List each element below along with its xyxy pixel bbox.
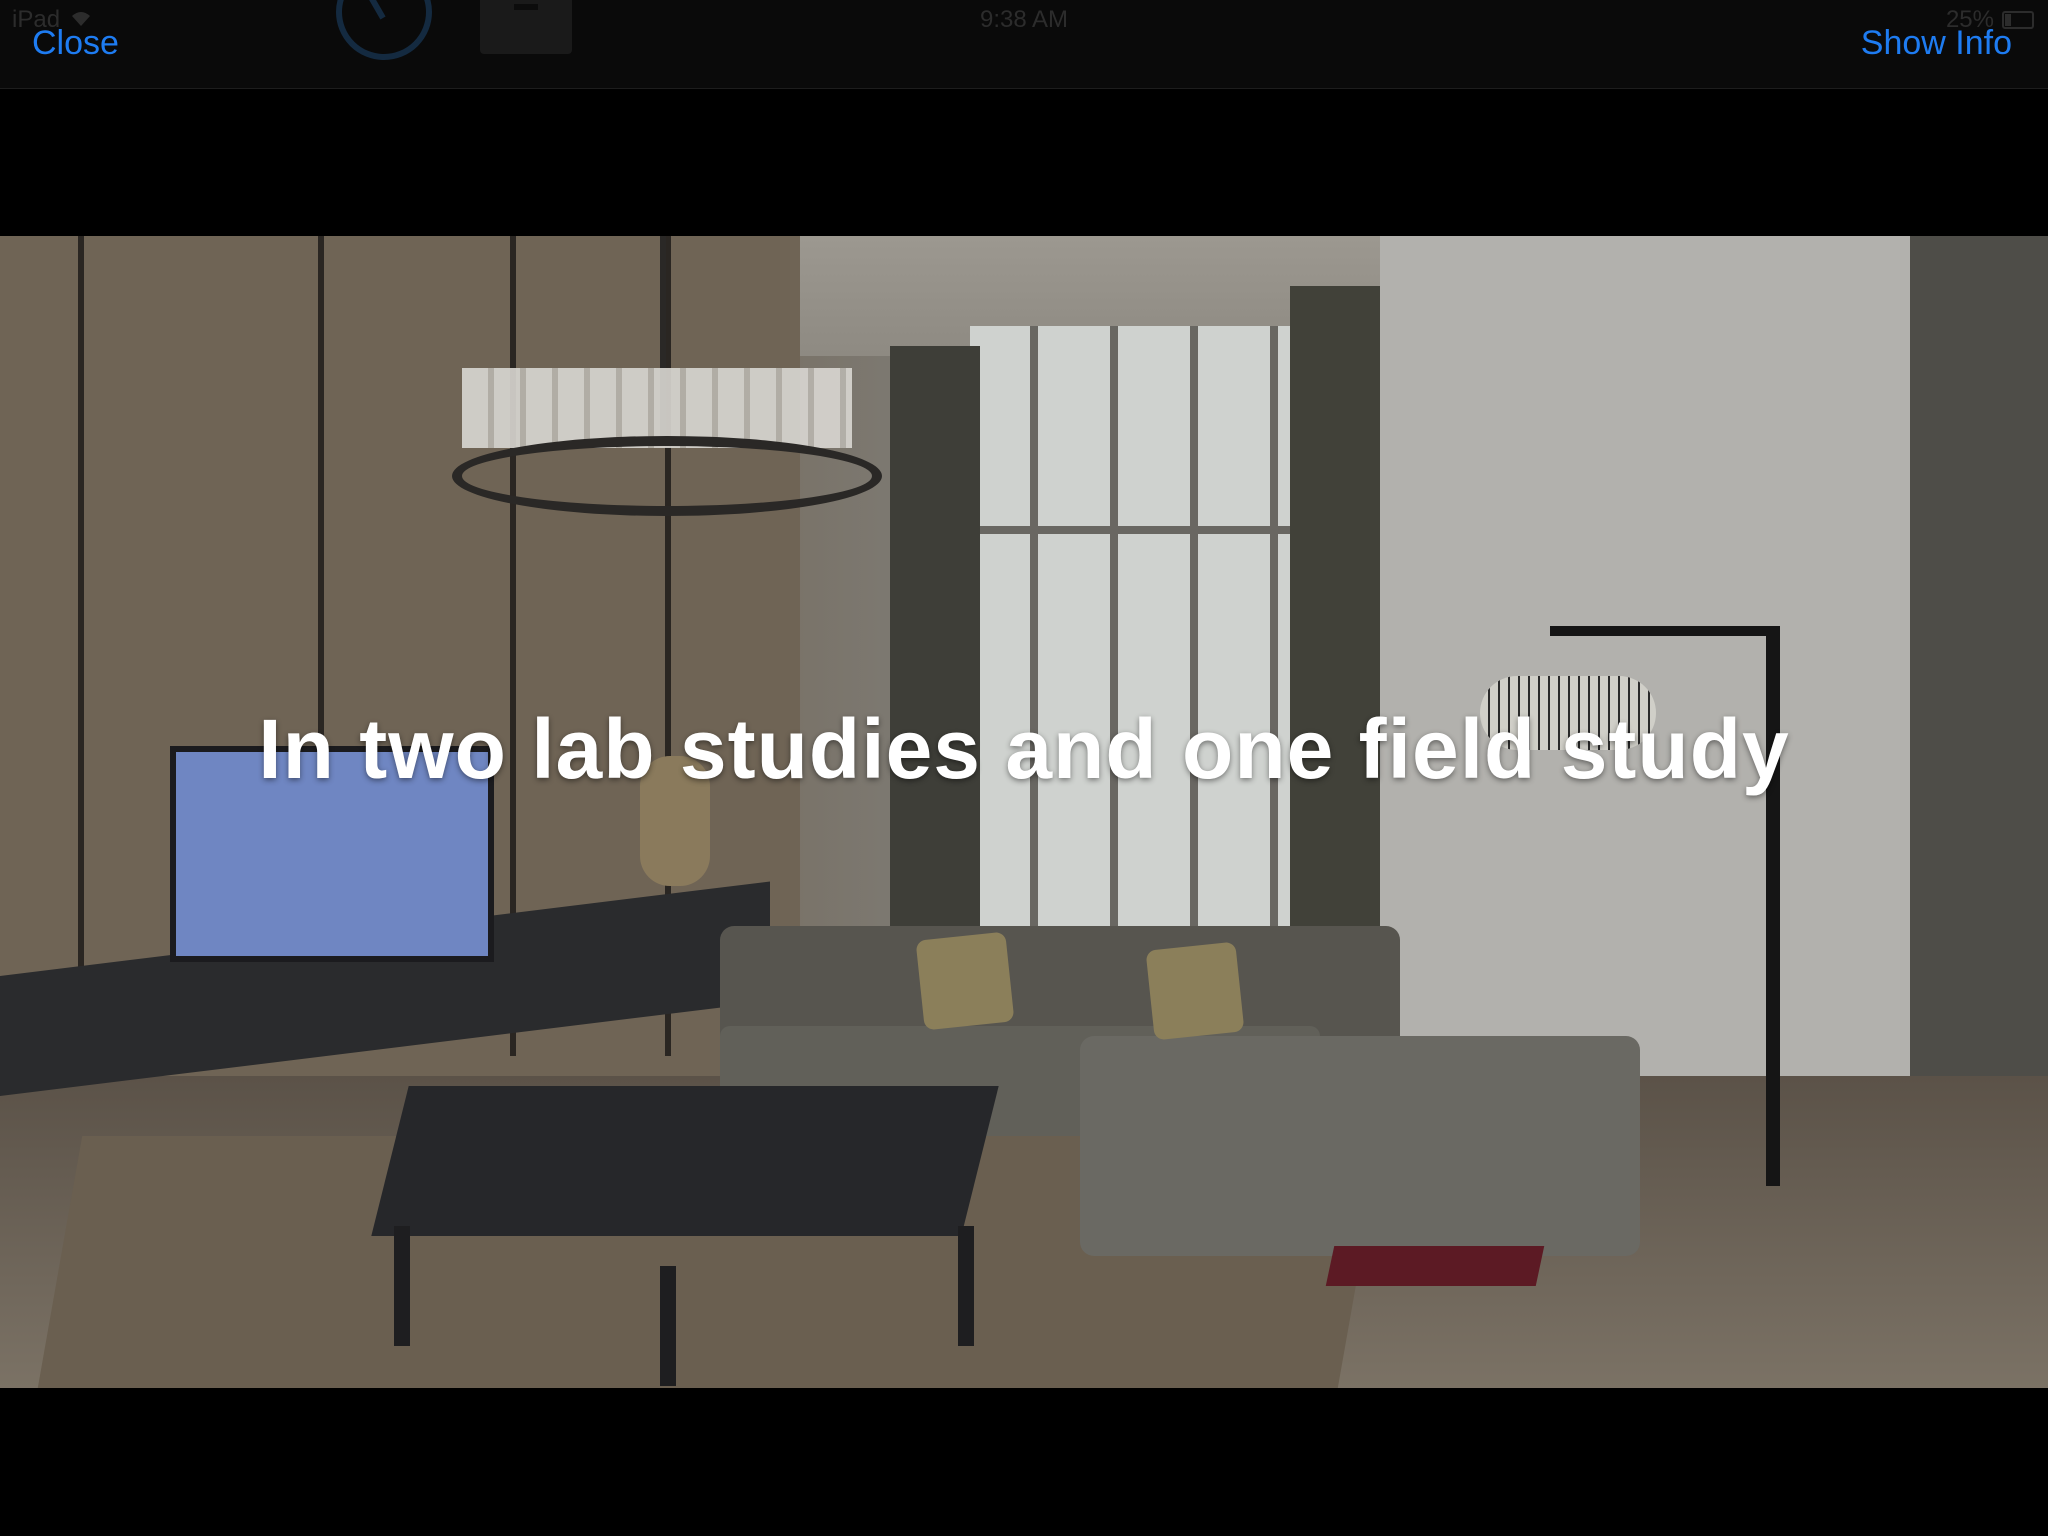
pillow <box>1145 941 1245 1041</box>
video-caption: In two lab studies and one field study <box>258 702 1790 796</box>
floor-lamp-arm <box>1550 626 1780 636</box>
side-table <box>1325 1246 1545 1286</box>
table-leg <box>660 1266 676 1386</box>
coffee-table <box>371 1086 999 1236</box>
chandelier-ring <box>452 436 882 516</box>
battery-icon <box>2002 11 2034 29</box>
window-mullions <box>970 326 1300 966</box>
sofa-chaise <box>1080 1036 1640 1256</box>
curtain-right <box>1290 286 1380 986</box>
status-bar: iPad 9:38 AM 25% <box>0 0 2048 40</box>
table-leg <box>394 1226 410 1346</box>
wall-panel-line <box>78 236 84 1056</box>
battery-percent: 25% <box>1945 6 1994 33</box>
status-time: 9:38 AM <box>979 6 1069 33</box>
pillow <box>915 931 1015 1031</box>
table-leg <box>958 1226 974 1346</box>
curtain-left <box>890 346 980 1006</box>
video-frame[interactable]: In two lab studies and one field study <box>0 236 2048 1388</box>
